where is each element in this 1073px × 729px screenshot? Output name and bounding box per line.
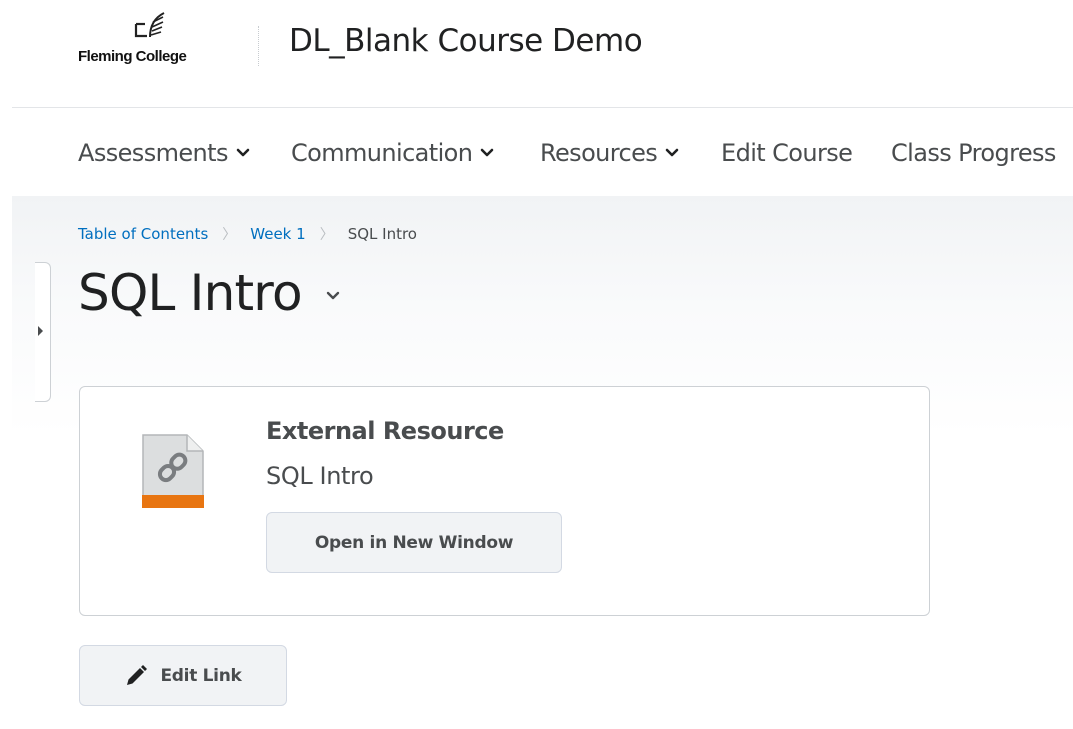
fleming-college-logo[interactable]: Fleming College [78,10,230,70]
breadcrumb-week-1[interactable]: Week 1 [250,225,305,243]
nav-resources-label: Resources [540,139,658,167]
nav-assessments[interactable]: Assessments [78,136,250,170]
breadcrumb: Table of Contents 〉 Week 1 〉 SQL Intro [78,224,417,244]
page-title-text: SQL Intro [78,264,303,322]
page-title: SQL Intro [78,264,340,322]
logo-text: Fleming College [78,48,187,65]
side-panel-toggle[interactable] [35,262,51,402]
logo-mark-icon [134,12,165,38]
nav-communication-label: Communication [291,139,473,167]
chevron-down-icon [665,148,679,157]
nav-resources[interactable]: Resources [540,136,679,170]
nav-class-progress-label: Class Progress [891,139,1056,167]
nav-communication[interactable]: Communication [291,136,494,170]
pencil-icon [127,664,148,685]
breadcrumb-separator-icon: 〉 [222,227,237,243]
nav-edit-course-label: Edit Course [721,139,853,167]
header-divider [258,26,259,66]
breadcrumb-current: SQL Intro [347,225,417,243]
content-area: Table of Contents 〉 Week 1 〉 SQL Intro S… [12,196,1073,729]
nav-assessments-label: Assessments [78,139,228,167]
breadcrumb-table-of-contents[interactable]: Table of Contents [78,225,208,243]
nav-class-progress[interactable]: Class Progress [891,136,1056,170]
resource-card: External Resource SQL Intro Open in New … [79,386,930,616]
resource-name: SQL Intro [266,462,374,490]
course-title[interactable]: DL_Blank Course Demo [289,23,643,59]
chevron-down-icon[interactable] [326,291,340,301]
chevron-down-icon [481,148,494,157]
chevron-down-icon [236,148,250,157]
resource-type-label: External Resource [266,417,504,445]
expand-arrow-icon [38,326,43,336]
course-header: Fleming College DL_Blank Course Demo [0,0,1073,108]
nav-edit-course[interactable]: Edit Course [721,136,853,170]
link-file-icon [142,434,204,508]
course-navbar: Assessments Communication Resources Edit… [0,108,1073,196]
edit-link-button[interactable]: Edit Link [79,645,287,706]
open-in-new-window-button[interactable]: Open in New Window [266,512,562,573]
edit-link-label: Edit Link [160,665,242,686]
breadcrumb-separator-icon: 〉 [319,227,334,243]
